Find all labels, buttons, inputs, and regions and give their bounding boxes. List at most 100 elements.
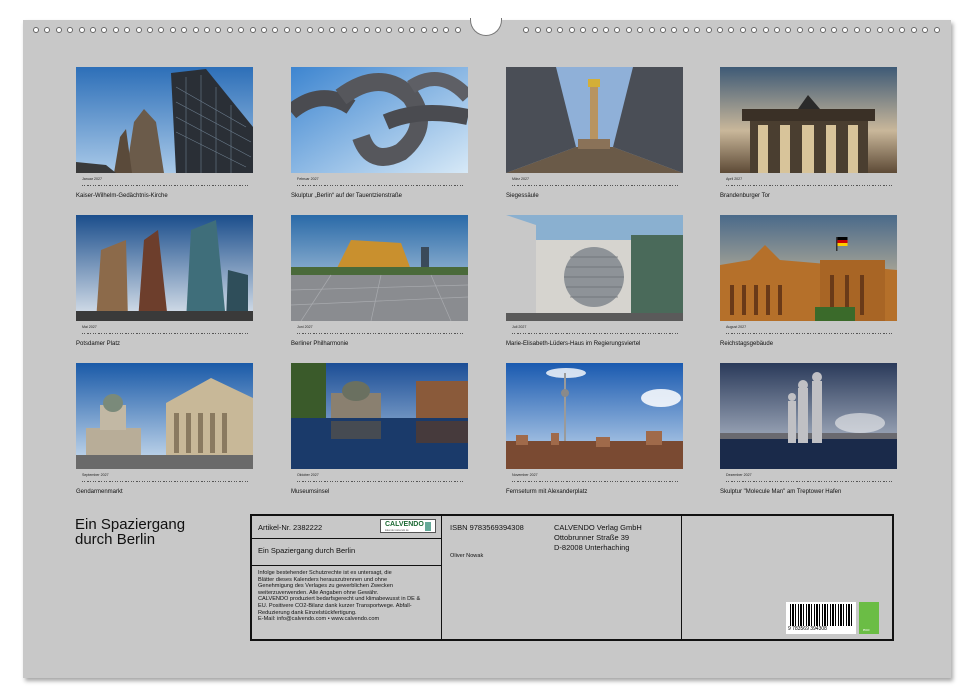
month-label: Februar 2027 bbox=[297, 177, 319, 181]
calendar-title: Ein Spaziergang durch Berlin bbox=[75, 517, 185, 547]
day-slot bbox=[866, 478, 871, 482]
day-slot bbox=[658, 330, 662, 334]
day-slot bbox=[147, 330, 151, 334]
binding-hole bbox=[44, 27, 51, 33]
day-slot bbox=[459, 478, 464, 482]
day-slot bbox=[302, 330, 306, 334]
photo-lueders-haus bbox=[506, 215, 683, 321]
day-slot bbox=[877, 330, 882, 334]
day-grid bbox=[297, 330, 464, 338]
day-slot bbox=[454, 478, 458, 482]
day-slot bbox=[631, 182, 635, 186]
day-slot bbox=[313, 330, 317, 334]
day-slot bbox=[443, 182, 447, 186]
photo-potsdamer-platz bbox=[76, 215, 253, 321]
day-slot bbox=[416, 330, 420, 334]
day-slot bbox=[555, 330, 559, 334]
day-slot bbox=[228, 182, 232, 186]
day-slot bbox=[615, 478, 619, 482]
day-slot bbox=[647, 330, 651, 334]
photo-brandenburger-tor bbox=[720, 67, 897, 173]
day-slot bbox=[774, 182, 779, 186]
day-slot bbox=[758, 478, 762, 482]
day-slot bbox=[185, 478, 189, 482]
day-slot bbox=[598, 478, 603, 482]
day-slot bbox=[582, 330, 586, 334]
day-slot bbox=[125, 478, 129, 482]
day-slot bbox=[185, 182, 189, 186]
day-slot bbox=[549, 478, 554, 482]
day-slot bbox=[217, 330, 221, 334]
day-slot bbox=[157, 330, 162, 334]
photo-molecule-man bbox=[720, 363, 897, 469]
day-slot bbox=[313, 478, 317, 482]
day-slot bbox=[307, 182, 312, 186]
day-slot bbox=[636, 330, 641, 334]
day-slot bbox=[340, 330, 344, 334]
binding-hole bbox=[420, 27, 427, 33]
day-slot bbox=[669, 478, 673, 482]
binding-hole bbox=[717, 27, 723, 33]
photo-reichstag bbox=[720, 215, 897, 321]
day-slot bbox=[427, 182, 431, 186]
day-slot bbox=[539, 478, 543, 482]
day-slot bbox=[130, 478, 135, 482]
logo-text: CALVENDO bbox=[385, 521, 424, 528]
day-slot bbox=[448, 182, 453, 186]
day-grid bbox=[297, 182, 464, 190]
binding-hole bbox=[306, 27, 313, 33]
author: Oliver Nowak bbox=[450, 553, 484, 559]
binding-hole bbox=[523, 27, 530, 33]
day-slot bbox=[340, 182, 344, 186]
binding-hole bbox=[272, 27, 279, 33]
day-slot bbox=[147, 182, 151, 186]
day-slot bbox=[818, 478, 822, 482]
day-slot bbox=[571, 330, 576, 334]
day-slot bbox=[119, 478, 124, 482]
photo-caption: Fernseturm mit Alexanderplatz bbox=[506, 489, 588, 495]
day-slot bbox=[351, 330, 355, 334]
day-slot bbox=[222, 330, 227, 334]
day-slot bbox=[351, 182, 355, 186]
day-slot bbox=[152, 330, 156, 334]
day-slot bbox=[872, 330, 876, 334]
binding-hole bbox=[55, 27, 62, 33]
day-slot bbox=[448, 330, 453, 334]
day-slot bbox=[866, 182, 871, 186]
binding-hole bbox=[375, 27, 381, 33]
legal-line: EU. Positivere CO2-Bilanz dank kurzer Tr… bbox=[258, 602, 412, 609]
day-slot bbox=[179, 182, 184, 186]
day-slot bbox=[152, 478, 156, 482]
day-slot bbox=[549, 330, 554, 334]
day-slot bbox=[544, 330, 548, 334]
day-slot bbox=[239, 330, 243, 334]
day-slot bbox=[834, 182, 838, 186]
day-slot bbox=[109, 182, 113, 186]
day-slot bbox=[747, 182, 752, 186]
day-slot bbox=[163, 182, 167, 186]
day-slot bbox=[615, 182, 619, 186]
binding-hole bbox=[158, 27, 165, 33]
day-slot bbox=[82, 478, 86, 482]
day-slot bbox=[302, 478, 306, 482]
day-slot bbox=[769, 330, 773, 334]
day-slot bbox=[152, 182, 156, 186]
day-slot bbox=[620, 478, 624, 482]
binding-hole bbox=[671, 27, 678, 33]
day-slot bbox=[512, 330, 516, 334]
day-slot bbox=[427, 330, 431, 334]
day-slot bbox=[212, 182, 216, 186]
day-slot bbox=[593, 182, 597, 186]
day-slot bbox=[533, 330, 538, 334]
month-label: Januar 2027 bbox=[82, 177, 102, 181]
day-slot bbox=[669, 182, 673, 186]
day-slot bbox=[372, 182, 377, 186]
day-grid bbox=[82, 478, 249, 486]
day-slot bbox=[598, 182, 603, 186]
photo-caption: Berliner Philharmonie bbox=[291, 341, 349, 347]
day-slot bbox=[888, 330, 893, 334]
day-slot bbox=[807, 478, 811, 482]
publisher-name: CALVENDO Verlag GmbH bbox=[554, 523, 642, 532]
day-slot bbox=[378, 330, 382, 334]
day-slot bbox=[631, 330, 635, 334]
